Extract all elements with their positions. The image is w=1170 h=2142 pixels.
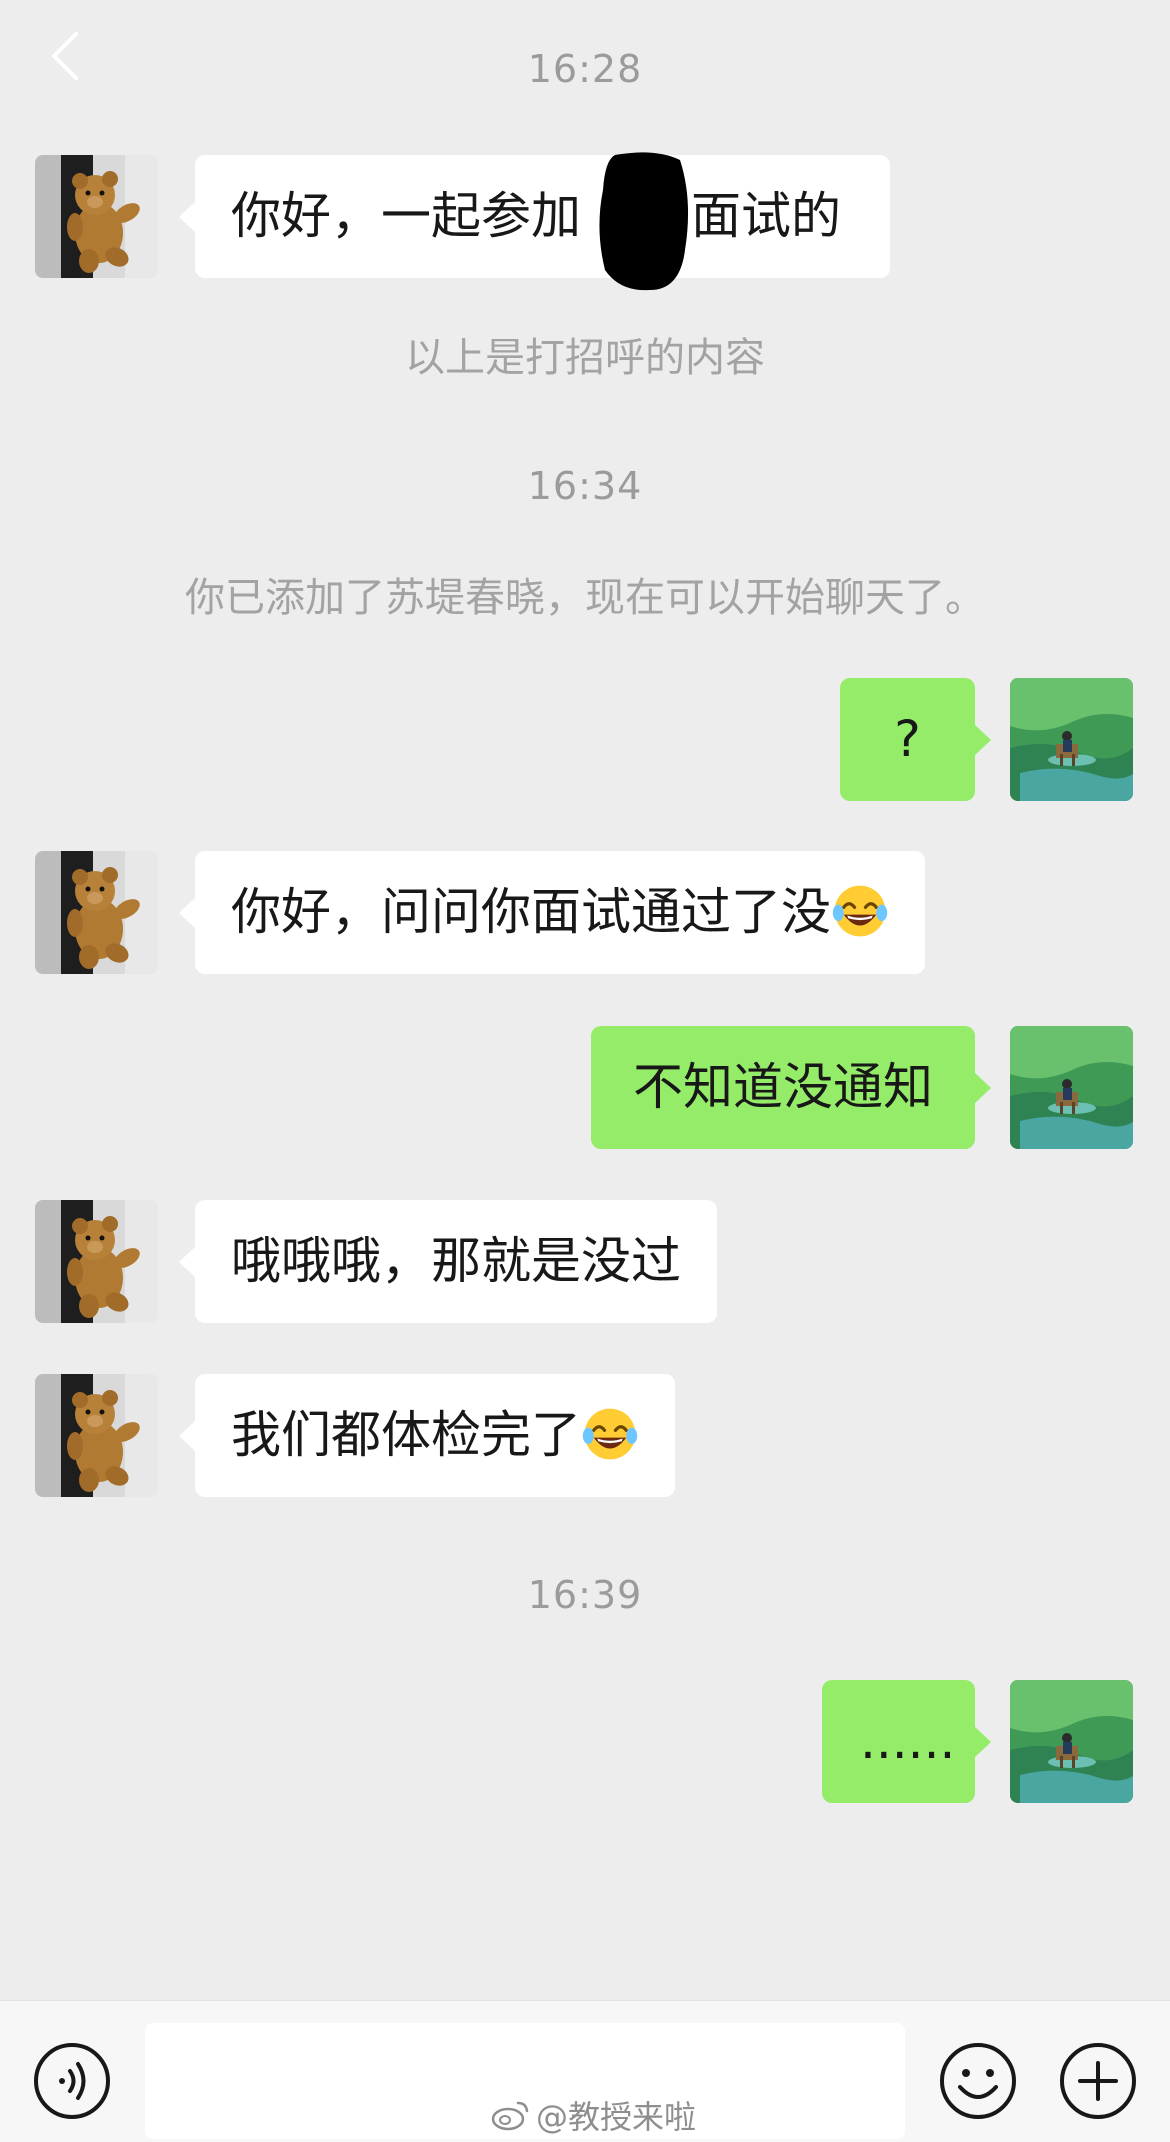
weibo-logo-icon bbox=[491, 2101, 529, 2131]
outgoing-message[interactable]: ...... bbox=[822, 1680, 991, 1803]
incoming-message[interactable]: 你好，一起参加 面试的 bbox=[179, 155, 890, 278]
teddy-bear-avatar-icon bbox=[35, 1374, 158, 1497]
my-avatar[interactable] bbox=[1010, 1680, 1133, 1803]
outgoing-message[interactable]: 不知道没通知 bbox=[591, 1026, 991, 1149]
voice-icon bbox=[34, 2043, 110, 2119]
plus-icon bbox=[1060, 2043, 1136, 2119]
green-landscape-avatar-icon bbox=[1010, 678, 1133, 801]
tears-of-joy-emoji-icon bbox=[581, 1405, 639, 1463]
timestamp: 16:34 bbox=[527, 464, 643, 508]
weibo-watermark: @教授来啦 bbox=[490, 2092, 696, 2138]
message-text: 我们都体检完了 bbox=[231, 1406, 581, 1464]
green-landscape-avatar-icon bbox=[1010, 1026, 1133, 1149]
timestamp: 16:39 bbox=[527, 1573, 643, 1617]
message-text: 哦哦哦，那就是没过 bbox=[231, 1232, 681, 1290]
voice-button[interactable] bbox=[32, 2041, 112, 2121]
message-text: ? bbox=[894, 710, 921, 768]
more-button[interactable] bbox=[1058, 2041, 1138, 2121]
teddy-bear-avatar-icon bbox=[35, 155, 158, 278]
teddy-bear-avatar-icon bbox=[35, 851, 158, 974]
incoming-message[interactable]: 哦哦哦，那就是没过 bbox=[179, 1200, 717, 1323]
friend-added-note: 你已添加了苏堤春晓，现在可以开始聊天了。 bbox=[185, 575, 985, 621]
incoming-message[interactable]: 你好，问问你面试通过了没 bbox=[179, 851, 925, 974]
message-text: ...... bbox=[860, 1712, 956, 1770]
my-avatar[interactable] bbox=[1010, 1026, 1133, 1149]
emoji-icon bbox=[940, 2043, 1016, 2119]
message-text: 你好，一起参加 bbox=[231, 187, 581, 245]
teddy-bear-avatar-icon bbox=[35, 1200, 158, 1323]
message-text: 不知道没通知 bbox=[633, 1058, 933, 1116]
tears-of-joy-emoji-icon bbox=[831, 882, 889, 940]
contact-avatar[interactable] bbox=[35, 1200, 158, 1323]
emoji-button[interactable] bbox=[938, 2041, 1018, 2121]
redaction-scribble bbox=[599, 152, 689, 291]
green-landscape-avatar-icon bbox=[1010, 1680, 1133, 1803]
contact-avatar[interactable] bbox=[35, 1374, 158, 1497]
contact-avatar[interactable] bbox=[35, 851, 158, 974]
contact-avatar[interactable] bbox=[35, 155, 158, 278]
my-avatar[interactable] bbox=[1010, 678, 1133, 801]
incoming-message[interactable]: 我们都体检完了 bbox=[179, 1374, 675, 1497]
chat-screen: 16:28 你好，一起参加 面试的 以上是打招呼的内容 16:34 你已添加了苏堤… bbox=[0, 0, 1170, 2142]
message-text: 面试的 bbox=[691, 187, 841, 245]
message-text: 你好，问问你面试通过了没 bbox=[231, 883, 831, 941]
timestamp: 16:28 bbox=[527, 47, 643, 91]
watermark-text: @教授来啦 bbox=[536, 2098, 697, 2136]
greeting-note: 以上是打招呼的内容 bbox=[405, 335, 765, 381]
outgoing-message[interactable]: ? bbox=[840, 678, 991, 801]
